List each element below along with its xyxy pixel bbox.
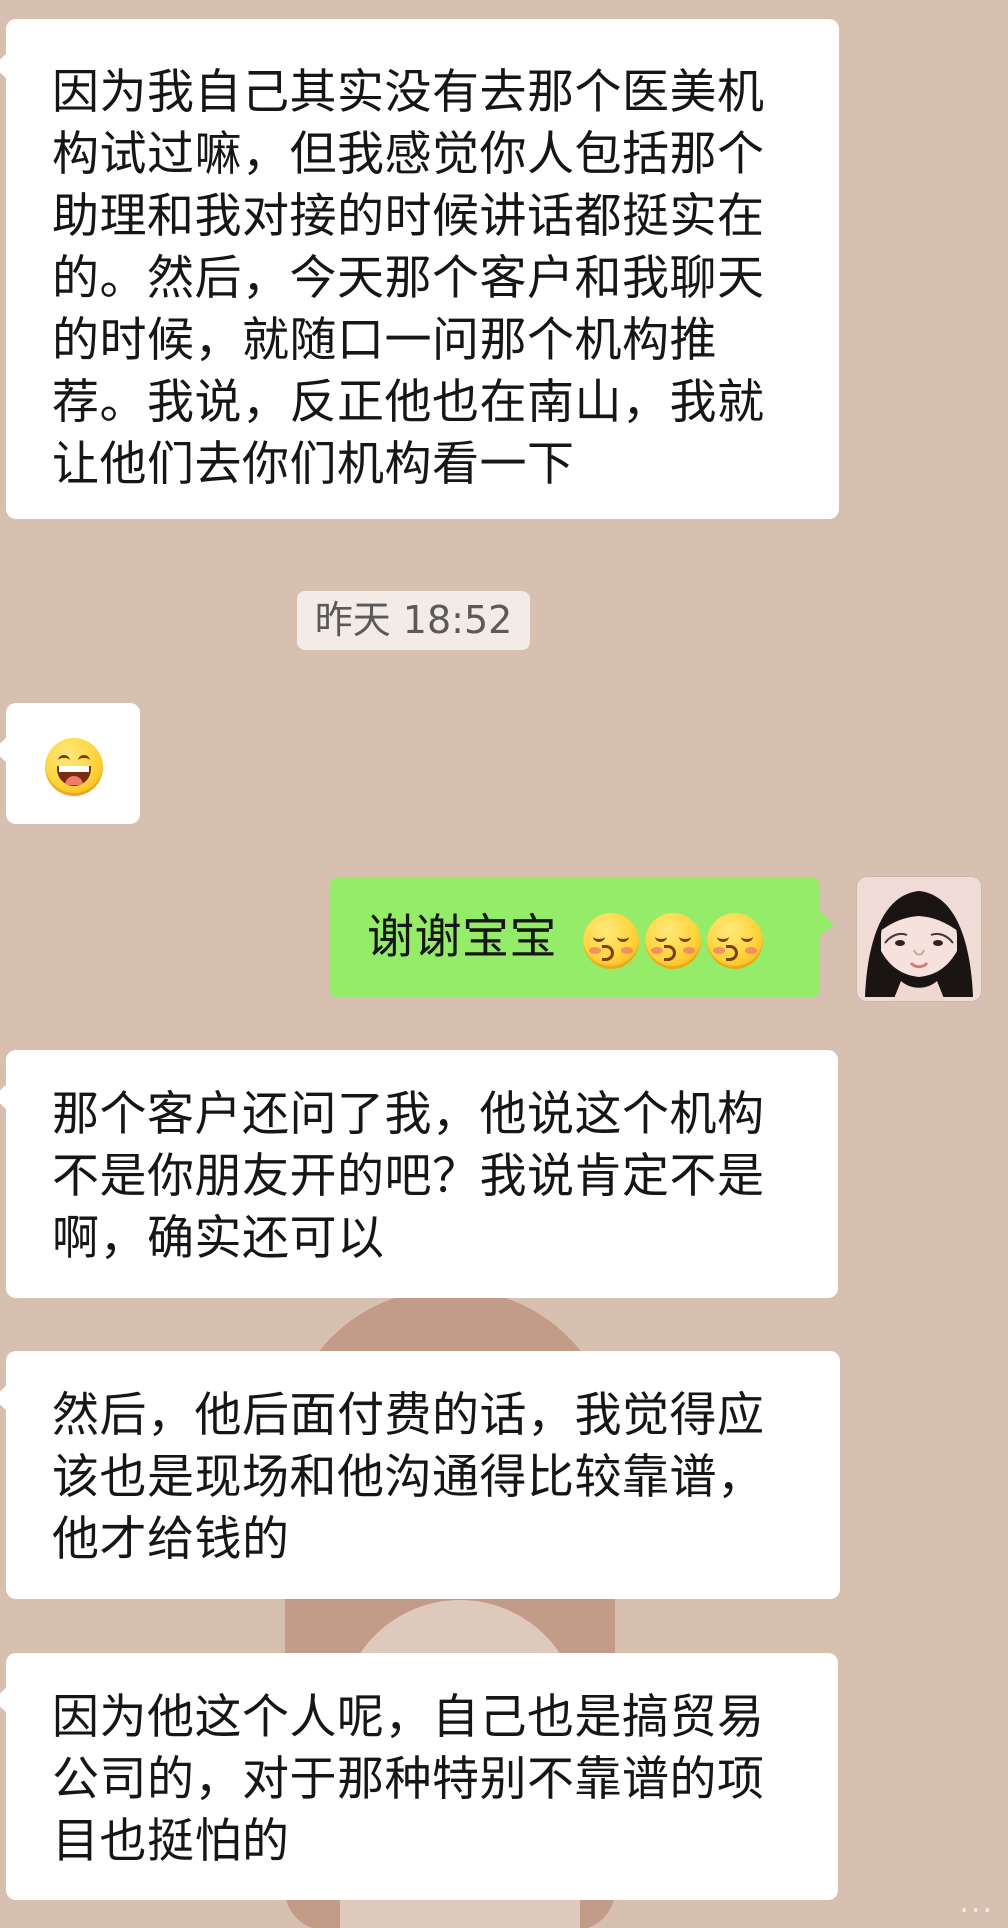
message-text: 因为我自己其实没有去那个医美机构试过嘛，但我感觉你人包括那个助理和我对接的时候讲… xyxy=(52,65,765,492)
avatar[interactable] xyxy=(857,877,981,1001)
chat-screen: 因为我自己其实没有去那个医美机构试过嘛，但我感觉你人包括那个助理和我对接的时候讲… xyxy=(0,0,1008,1928)
kissing-face-icon xyxy=(645,913,701,969)
avatar-image xyxy=(857,877,981,1001)
timestamp-chip: 昨天 18:52 xyxy=(297,591,530,650)
kissing-face-icon xyxy=(583,913,639,969)
message-text: 那个客户还问了我，他说这个机构不是你朋友开的吧？我说肯定不是啊，确实还可以 xyxy=(52,1087,765,1266)
incoming-message-bubble[interactable]: 然后，他后面付费的话，我觉得应该也是现场和他沟通得比较靠谱，他才给钱的 xyxy=(0,1351,840,1599)
incoming-message-bubble[interactable]: 那个客户还问了我，他说这个机构不是你朋友开的吧？我说肯定不是啊，确实还可以 xyxy=(0,1050,838,1298)
message-text: 然后，他后面付费的话，我觉得应该也是现场和他沟通得比较靠谱，他才给钱的 xyxy=(52,1388,765,1567)
watermark: ... xyxy=(959,1885,994,1920)
kissing-face-icon xyxy=(707,913,763,969)
incoming-message-bubble[interactable]: 因为他这个人呢，自己也是搞贸易公司的，对于那种特别不靠谱的项目也挺怕的 xyxy=(0,1653,838,1900)
incoming-message-bubble[interactable]: 因为我自己其实没有去那个医美机构试过嘛，但我感觉你人包括那个助理和我对接的时候讲… xyxy=(0,19,839,519)
laughing-face-icon xyxy=(45,738,103,796)
message-text: 因为他这个人呢，自己也是搞贸易公司的，对于那种特别不靠谱的项目也挺怕的 xyxy=(52,1690,765,1869)
